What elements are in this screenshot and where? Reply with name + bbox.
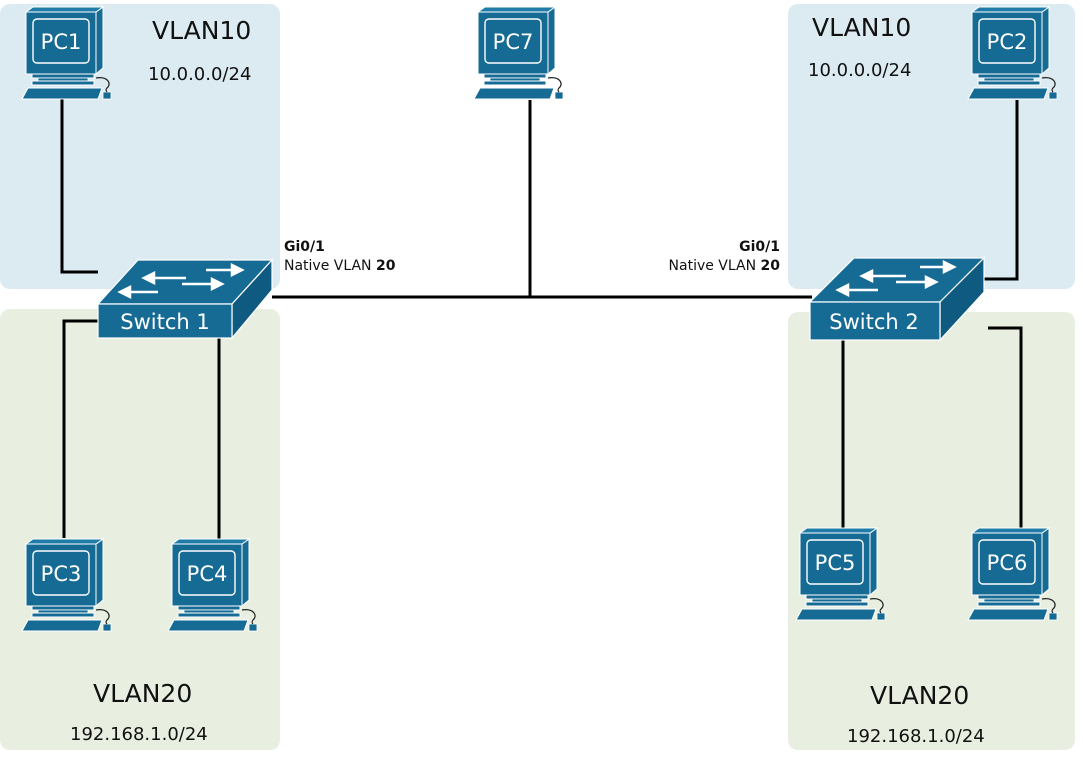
pc6-label: PC6 (987, 551, 1028, 575)
zone-right-vlan20-network: 192.168.1.0/24 (847, 726, 985, 747)
pc-icon: PC4 (167, 538, 258, 632)
zone-right-vlan10-name: VLAN10 (812, 13, 912, 42)
switch-icon: Switch 2 (808, 256, 986, 342)
zone-left-vlan20-network: 192.168.1.0/24 (70, 724, 208, 745)
switch-1-native-vlan: 20 (375, 258, 396, 274)
switch-2-port-label: Gi0/1 Native VLAN 20 (640, 238, 780, 276)
zone-left-vlan20-name: VLAN20 (93, 679, 193, 708)
switch-2-native-prefix: Native VLAN (668, 258, 761, 274)
pc3[interactable]: PC3 (12, 536, 112, 636)
switch-2-label: Switch 2 (829, 310, 918, 334)
link-pc2-switch2 (982, 100, 1019, 281)
pc5[interactable]: PC5 (786, 525, 886, 625)
switch-2-port-name: Gi0/1 (739, 239, 780, 255)
pc7-label: PC7 (493, 30, 534, 54)
switch-2[interactable]: Switch 2 (806, 256, 986, 346)
pc-icon: PC7 (473, 6, 564, 100)
pc5-label: PC5 (815, 551, 856, 575)
zone-left-vlan10-network: 10.0.0.0/24 (148, 64, 252, 85)
pc1-label: PC1 (41, 30, 82, 54)
pc1[interactable]: PC1 (12, 4, 112, 104)
switch-1-label: Switch 1 (120, 310, 209, 334)
link-pc3-switch1 (62, 319, 100, 538)
link-pc1-switch1 (60, 98, 98, 274)
switch-1-port-name: Gi0/1 (284, 239, 325, 255)
switch-1-native-prefix: Native VLAN (284, 258, 376, 274)
pc4[interactable]: PC4 (158, 536, 258, 636)
switch-2-native-vlan: 20 (760, 258, 780, 274)
switch-icon: Switch 1 (96, 258, 274, 340)
pc-icon: PC3 (21, 538, 112, 632)
zone-right-vlan20-name: VLAN20 (870, 681, 970, 710)
zone-left-vlan10-name: VLAN10 (152, 16, 252, 45)
pc2[interactable]: PC2 (958, 4, 1058, 104)
pc7[interactable]: PC7 (464, 4, 564, 104)
wires (60, 98, 1023, 540)
pc2-label: PC2 (987, 30, 1028, 54)
switch-1[interactable]: Switch 1 (94, 252, 274, 342)
pc-icon: PC1 (21, 6, 112, 100)
pc-icon: PC6 (967, 527, 1058, 621)
pc3-label: PC3 (41, 562, 82, 586)
pc6[interactable]: PC6 (958, 525, 1058, 625)
pc-icon: PC2 (967, 6, 1058, 100)
switch-1-port-label: Gi0/1 Native VLAN 20 (284, 238, 395, 276)
link-pc6-switch2 (988, 326, 1023, 528)
zone-right-vlan10-network: 10.0.0.0/24 (808, 60, 912, 81)
pc4-label: PC4 (187, 562, 228, 586)
pc-icon: PC5 (795, 527, 886, 621)
